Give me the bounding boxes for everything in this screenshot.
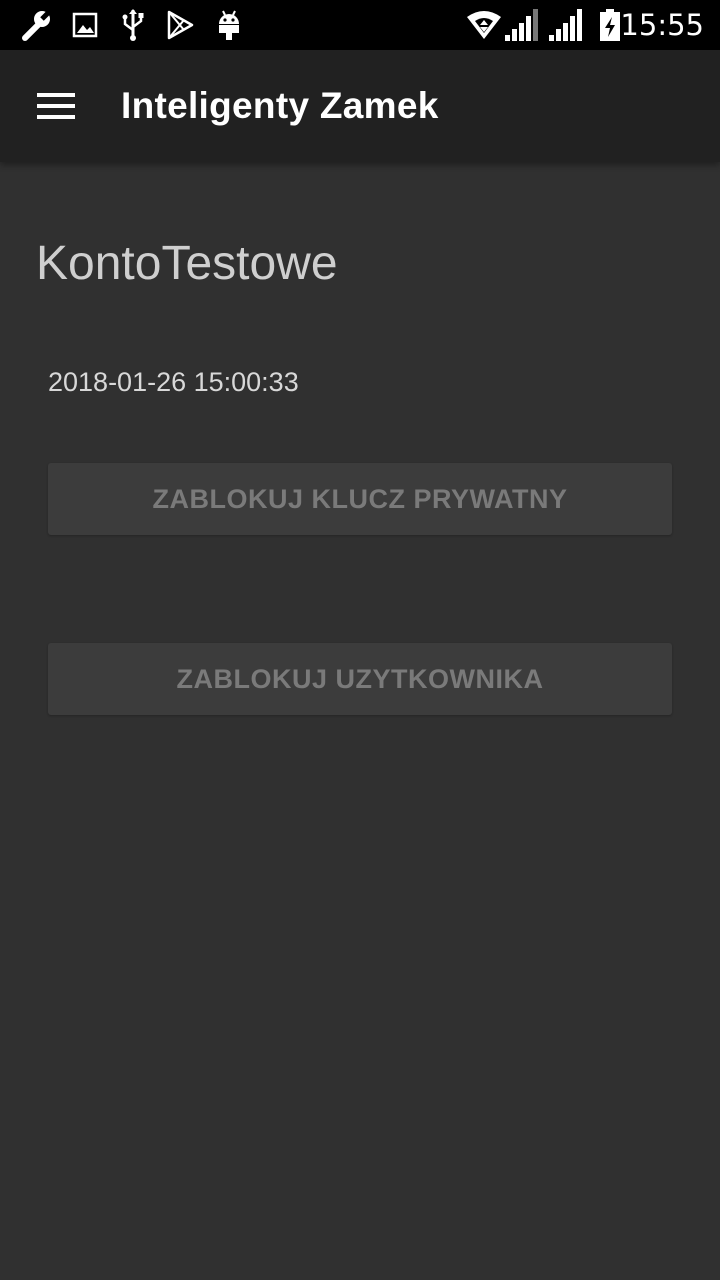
block-user-button[interactable]: ZABLOKUJ UZYTKOWNIKA	[48, 643, 672, 715]
wifi-icon	[464, 0, 504, 50]
play-store-icon	[164, 0, 196, 50]
account-timestamp: 2018-01-26 15:00:33	[48, 367, 299, 397]
main-content: KontoTestowe 2018-01-26 15:00:33 ZABLOKU…	[0, 162, 720, 1280]
status-bar: 15:55	[0, 0, 720, 50]
hamburger-menu-icon	[37, 93, 75, 119]
android-icon	[214, 0, 244, 50]
block-private-key-button[interactable]: ZABLOKUJ KLUCZ PRYWATNY	[48, 463, 672, 535]
usb-icon	[118, 0, 148, 50]
account-name: KontoTestowe	[36, 237, 338, 290]
navigation-menu-button[interactable]	[16, 70, 96, 142]
wrench-icon	[18, 0, 54, 50]
status-clock: 15:55	[620, 8, 704, 42]
app-bar: Inteligenty Zamek	[0, 50, 720, 162]
cell-signal-icon	[502, 0, 542, 50]
cell-signal-icon	[546, 0, 586, 50]
app-title: Inteligenty Zamek	[121, 85, 439, 126]
image-icon	[70, 0, 100, 50]
